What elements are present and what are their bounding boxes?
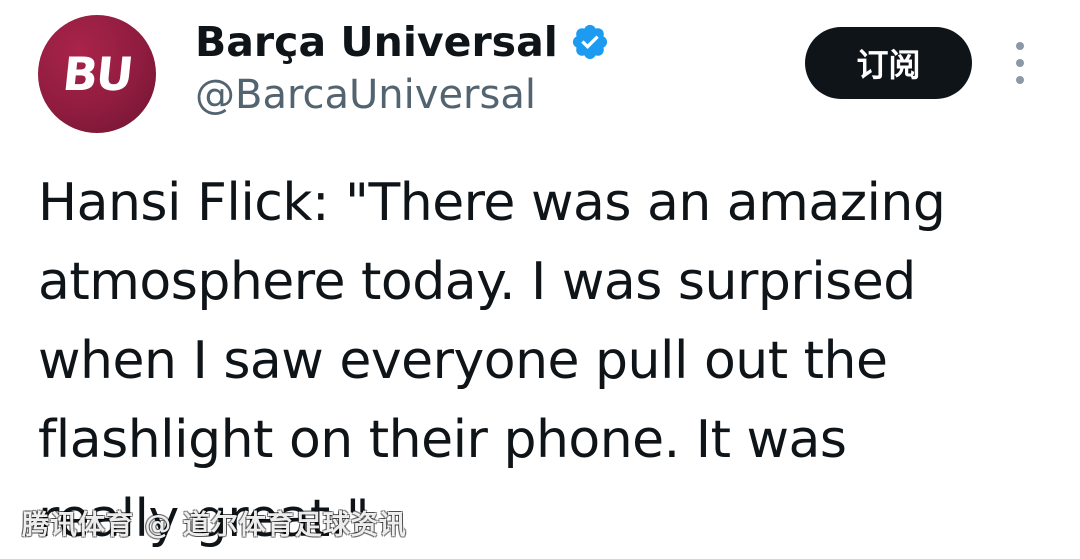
display-name[interactable]: Barça Universal bbox=[195, 18, 558, 66]
tweet-text-line: flashlight on their phone. It was bbox=[38, 410, 847, 470]
more-dot bbox=[1016, 59, 1024, 67]
more-dot bbox=[1016, 42, 1024, 50]
tweet-text-line: Hansi Flick: "There was an amazing bbox=[38, 173, 946, 233]
more-vertical-icon[interactable] bbox=[1006, 42, 1034, 84]
tweet-text-line: atmosphere today. I was surprised bbox=[38, 252, 916, 312]
user-handle[interactable]: @BarcaUniversal bbox=[195, 72, 536, 118]
tweet-card: BU Barça Universal @BarcaUniversal 订阅 Ha… bbox=[0, 0, 1080, 559]
tweet-text: Hansi Flick: "There was an amazing atmos… bbox=[38, 164, 1058, 559]
avatar-logo-text: BU bbox=[59, 47, 135, 101]
watermark: 腾讯体育 @ 道尔体育足球资讯 bbox=[22, 510, 407, 541]
tweet-text-line: when I saw everyone pull out the bbox=[38, 331, 888, 391]
more-dot bbox=[1016, 76, 1024, 84]
subscribe-button[interactable]: 订阅 bbox=[805, 27, 972, 99]
avatar[interactable]: BU bbox=[38, 15, 156, 133]
verified-badge-icon bbox=[570, 22, 610, 62]
name-row: Barça Universal bbox=[195, 14, 610, 70]
